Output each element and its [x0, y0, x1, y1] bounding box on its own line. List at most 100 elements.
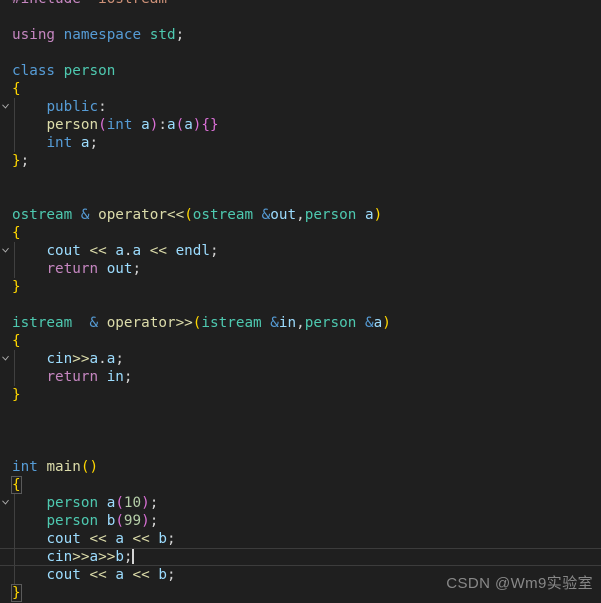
token-operator: >>	[72, 549, 90, 565]
fold-gutter	[0, 494, 12, 512]
chevron-down-icon[interactable]	[2, 67, 9, 109]
token-bracket: )	[141, 513, 150, 529]
current-code-line[interactable]: cin>>a>>b;	[0, 548, 601, 566]
code-line[interactable]: person a(10);	[0, 494, 601, 512]
token-operator: <<	[89, 243, 107, 259]
token-operator: &	[270, 315, 279, 331]
code-line[interactable]: }	[0, 278, 601, 296]
token-punct: .	[98, 351, 107, 367]
token-operator: &	[364, 315, 374, 331]
code-line[interactable]	[0, 8, 601, 26]
code-line[interactable]: {	[0, 332, 601, 350]
code-line[interactable]	[0, 422, 601, 440]
token-type: istream	[12, 315, 73, 331]
code-line-text: #include "iostream"	[12, 0, 176, 8]
code-line-text: int a;	[12, 134, 98, 152]
code-line-text: }	[12, 278, 21, 296]
code-line[interactable]: }	[0, 386, 601, 404]
fold-gutter[interactable]	[0, 62, 12, 109]
code-line[interactable]: ostream & operator<<(ostream &out,person…	[0, 206, 601, 253]
fold-gutter	[0, 116, 12, 134]
code-line[interactable]: }	[0, 584, 601, 602]
code-line[interactable]: {	[0, 476, 601, 494]
chevron-down-icon[interactable]	[2, 211, 9, 253]
token-variable: cin	[46, 549, 73, 565]
code-line-text: person a(10);	[12, 494, 158, 512]
token-type: person	[46, 495, 99, 511]
token-punct: ,	[296, 315, 305, 331]
code-line[interactable]	[0, 440, 601, 458]
fold-gutter[interactable]	[0, 314, 12, 361]
token-punct: ;	[166, 531, 176, 547]
code-line[interactable]: cin>>a.a;	[0, 350, 601, 368]
code-line-text: };	[12, 152, 29, 170]
token-operator: >>	[72, 351, 90, 367]
code-line-text: cout << a.a << endl;	[12, 242, 218, 260]
code-line[interactable]	[0, 296, 601, 314]
token-type: istream	[201, 315, 262, 331]
token-punct: ;	[115, 351, 124, 367]
code-line[interactable]: return out;	[0, 260, 601, 278]
code-line[interactable]: {	[0, 80, 601, 98]
code-line[interactable]: public:	[0, 98, 601, 116]
token-type: ostream	[12, 207, 73, 223]
code-line[interactable]: class person	[0, 62, 601, 109]
fold-gutter[interactable]	[0, 206, 12, 253]
token-bracket: )	[141, 495, 150, 511]
code-line[interactable]	[0, 44, 601, 62]
code-line[interactable]	[0, 170, 601, 188]
token-punct: ;	[149, 495, 159, 511]
code-line[interactable]	[0, 188, 601, 206]
token-bracket: (	[115, 495, 124, 511]
token-keyword: int	[46, 135, 73, 151]
fold-gutter	[0, 476, 12, 494]
fold-gutter[interactable]	[0, 458, 12, 505]
fold-gutter	[0, 80, 12, 98]
code-line[interactable]: {	[0, 224, 601, 242]
token-punct: ;	[132, 261, 142, 277]
fold-gutter	[0, 332, 12, 350]
token-keyword: class	[12, 63, 56, 79]
token-keyword: return	[46, 369, 99, 385]
code-line[interactable]: cout << a << b;	[0, 530, 601, 548]
fold-gutter	[0, 44, 12, 62]
code-line[interactable]: return in;	[0, 368, 601, 386]
fold-gutter	[0, 188, 12, 206]
token-variable: a	[364, 207, 374, 223]
fold-gutter	[0, 170, 12, 188]
code-line[interactable]: #include "iostream"	[0, 0, 601, 8]
code-line[interactable]: };	[0, 152, 601, 170]
token-bracket: )	[382, 315, 391, 331]
fold-gutter	[0, 224, 12, 242]
code-line-text: istream & operator>>(istream &in,person …	[12, 314, 391, 332]
code-line[interactable]	[0, 404, 601, 422]
text-cursor	[132, 549, 134, 564]
code-editor[interactable]: #include "iostream" using namespace std;…	[0, 0, 601, 603]
code-line[interactable]: using namespace std;	[0, 26, 601, 44]
token-bracket: }	[12, 153, 21, 169]
code-line[interactable]: cout << a.a << endl;	[0, 242, 601, 260]
token-number: 99	[123, 513, 142, 529]
fold-gutter	[0, 404, 12, 422]
code-line[interactable]: person(int a):a(a){}	[0, 116, 601, 134]
code-line[interactable]: istream & operator>>(istream &in,person …	[0, 314, 601, 361]
token-variable: cout	[46, 567, 81, 583]
chevron-down-icon[interactable]	[2, 463, 9, 505]
code-content[interactable]: #include "iostream" using namespace std;…	[0, 0, 601, 602]
fold-gutter	[0, 440, 12, 458]
code-line-text: class person	[12, 62, 115, 80]
code-line[interactable]: person b(99);	[0, 512, 601, 530]
code-line[interactable]: cout << a << b;	[0, 566, 601, 584]
fold-gutter	[0, 512, 12, 530]
token-punct: ;	[166, 567, 176, 583]
bracket-match-highlight: {	[11, 476, 22, 494]
fold-gutter	[0, 386, 12, 404]
token-operator: &	[261, 207, 271, 223]
token-variable: out	[270, 207, 297, 223]
chevron-down-icon[interactable]	[2, 319, 9, 361]
code-line[interactable]: int main()	[0, 458, 601, 505]
code-line[interactable]: int a;	[0, 134, 601, 152]
token-type: std	[149, 27, 176, 43]
token-variable: endl	[175, 243, 211, 259]
token-keyword: namespace	[63, 27, 142, 43]
